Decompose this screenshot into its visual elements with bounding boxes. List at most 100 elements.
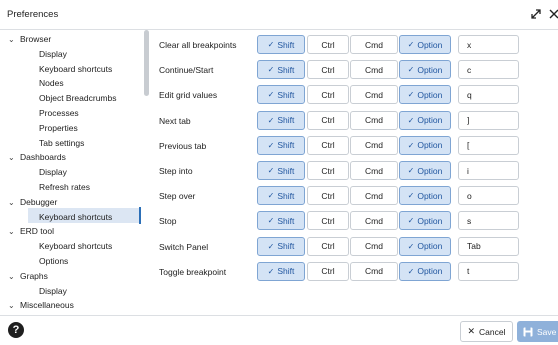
- chevron-down-icon[interactable]: ⌄: [8, 196, 20, 210]
- option-toggle-button[interactable]: ✓ Option: [399, 211, 451, 231]
- shift-toggle-button[interactable]: ✓ Shift: [257, 236, 305, 256]
- sidebar-item-label: Debugger: [20, 196, 58, 207]
- shift-toggle-button[interactable]: ✓ Shift: [257, 60, 305, 80]
- cmd-toggle-button[interactable]: Cmd: [350, 85, 398, 105]
- chevron-down-icon[interactable]: ⌄: [8, 270, 20, 284]
- cmd-toggle-button[interactable]: Cmd: [350, 261, 398, 281]
- shift-toggle-button[interactable]: ✓ Shift: [257, 186, 305, 206]
- cmd-toggle-button[interactable]: Cmd: [350, 161, 398, 180]
- chevron-down-icon[interactable]: ⌄: [8, 225, 20, 239]
- shortcut-key-input[interactable]: c: [458, 60, 519, 80]
- check-icon: ✓: [267, 65, 275, 75]
- option-toggle-button[interactable]: ✓ Option: [399, 85, 451, 105]
- sidebar-item[interactable]: Display: [39, 47, 67, 61]
- shortcut-label: Continue/Start: [159, 65, 214, 76]
- sidebar-item[interactable]: Keyboard shortcuts: [39, 210, 112, 224]
- ctrl-toggle-button[interactable]: Ctrl: [307, 211, 349, 231]
- shift-label: Shift: [277, 215, 295, 226]
- shortcut-label: Next tab: [159, 115, 191, 126]
- sidebar-group[interactable]: ⌄ ERD tool: [8, 224, 54, 238]
- shortcut-key-input[interactable]: s: [458, 211, 519, 231]
- sidebar-item[interactable]: Options: [39, 254, 68, 268]
- sidebar-item[interactable]: Display: [39, 165, 67, 179]
- sidebar-item[interactable]: Processes: [39, 106, 79, 120]
- sidebar-group[interactable]: ⌄ Debugger: [8, 195, 57, 209]
- sidebar-item[interactable]: Properties: [39, 121, 78, 135]
- option-toggle-button[interactable]: ✓ Option: [399, 135, 451, 155]
- check-icon: ✓: [407, 65, 415, 75]
- option-toggle-button[interactable]: ✓ Option: [399, 110, 451, 130]
- cmd-toggle-button[interactable]: Cmd: [350, 186, 398, 206]
- shortcut-key-input[interactable]: o: [458, 186, 519, 206]
- sidebar-item[interactable]: Object Breadcrumbs: [39, 91, 116, 105]
- shift-toggle-button[interactable]: ✓ Shift: [257, 161, 305, 180]
- ctrl-toggle-button[interactable]: Ctrl: [307, 261, 349, 281]
- chevron-down-icon[interactable]: ⌄: [8, 151, 20, 165]
- sidebar-group[interactable]: ⌄ Browser: [8, 32, 51, 46]
- shortcut-label: Previous tab: [159, 140, 207, 151]
- ctrl-toggle-button[interactable]: Ctrl: [307, 60, 349, 80]
- ctrl-label: Ctrl: [321, 165, 335, 176]
- shift-toggle-button[interactable]: ✓ Shift: [257, 85, 305, 105]
- shortcut-key-input[interactable]: x: [458, 35, 519, 54]
- shift-toggle-button[interactable]: ✓ Shift: [257, 135, 305, 155]
- shift-toggle-button[interactable]: ✓ Shift: [257, 211, 305, 231]
- sidebar-item[interactable]: Nodes: [39, 76, 64, 90]
- cmd-toggle-button[interactable]: Cmd: [350, 110, 398, 130]
- shift-toggle-button[interactable]: ✓ Shift: [257, 110, 305, 130]
- check-icon: ✓: [267, 266, 275, 276]
- option-toggle-button[interactable]: ✓ Option: [399, 60, 451, 80]
- check-icon: ✓: [407, 115, 415, 125]
- expand-icon[interactable]: [529, 7, 543, 21]
- ctrl-label: Ctrl: [321, 266, 335, 277]
- ctrl-toggle-button[interactable]: Ctrl: [307, 161, 349, 180]
- cmd-toggle-button[interactable]: Cmd: [350, 236, 398, 256]
- option-toggle-button[interactable]: ✓ Option: [399, 35, 451, 54]
- close-icon[interactable]: [547, 7, 558, 21]
- shortcut-key-input[interactable]: i: [458, 161, 519, 180]
- cmd-toggle-button[interactable]: Cmd: [350, 35, 398, 54]
- shortcut-key-input[interactable]: t: [458, 261, 519, 281]
- sidebar-group[interactable]: ⌄ Dashboards: [8, 150, 66, 164]
- shortcut-key-value: ]: [467, 115, 470, 126]
- check-icon: ✓: [407, 241, 415, 251]
- option-toggle-button[interactable]: ✓ Option: [399, 186, 451, 206]
- sidebar-group[interactable]: ⌄ Miscellaneous: [8, 298, 74, 312]
- sidebar-group[interactable]: ⌄ Graphs: [8, 269, 48, 283]
- shortcut-key-input[interactable]: Tab: [458, 236, 519, 256]
- ctrl-toggle-button[interactable]: Ctrl: [307, 110, 349, 130]
- sidebar-item[interactable]: Keyboard shortcuts: [39, 239, 112, 253]
- ctrl-toggle-button[interactable]: Ctrl: [307, 35, 349, 54]
- option-toggle-button[interactable]: ✓ Option: [399, 161, 451, 180]
- save-button[interactable]: Save: [517, 321, 558, 342]
- cmd-toggle-button[interactable]: Cmd: [350, 211, 398, 231]
- shortcut-key-input[interactable]: [: [458, 135, 519, 155]
- sidebar-scrollbar[interactable]: [144, 30, 149, 96]
- sidebar-item-label: Miscellaneous: [20, 300, 74, 311]
- sidebar-item[interactable]: Tab settings: [39, 136, 84, 150]
- shortcut-key-value: x: [467, 39, 472, 50]
- option-toggle-button[interactable]: ✓ Option: [399, 261, 451, 281]
- option-label: Option: [417, 215, 443, 226]
- chevron-down-icon[interactable]: ⌄: [8, 299, 20, 313]
- shortcut-label: Switch Panel: [159, 241, 209, 252]
- shortcut-key-input[interactable]: q: [458, 85, 519, 105]
- ctrl-toggle-button[interactable]: Ctrl: [307, 236, 349, 256]
- shift-toggle-button[interactable]: ✓ Shift: [257, 261, 305, 281]
- shift-toggle-button[interactable]: ✓ Shift: [257, 35, 305, 54]
- help-icon[interactable]: ?: [8, 322, 24, 338]
- sidebar-item[interactable]: Display: [39, 284, 67, 298]
- cmd-toggle-button[interactable]: Cmd: [350, 60, 398, 80]
- shortcut-key-input[interactable]: ]: [458, 110, 519, 130]
- cancel-button[interactable]: ✕ Cancel: [460, 321, 513, 342]
- ctrl-toggle-button[interactable]: Ctrl: [307, 135, 349, 155]
- cancel-label: Cancel: [479, 326, 506, 337]
- sidebar-item[interactable]: Refresh rates: [39, 180, 90, 194]
- ctrl-toggle-button[interactable]: Ctrl: [307, 186, 349, 206]
- sidebar-item[interactable]: Keyboard shortcuts: [39, 62, 112, 76]
- cmd-toggle-button[interactable]: Cmd: [350, 135, 398, 155]
- chevron-down-icon[interactable]: ⌄: [8, 33, 20, 47]
- check-icon: ✓: [267, 166, 275, 175]
- option-toggle-button[interactable]: ✓ Option: [399, 236, 451, 256]
- ctrl-toggle-button[interactable]: Ctrl: [307, 85, 349, 105]
